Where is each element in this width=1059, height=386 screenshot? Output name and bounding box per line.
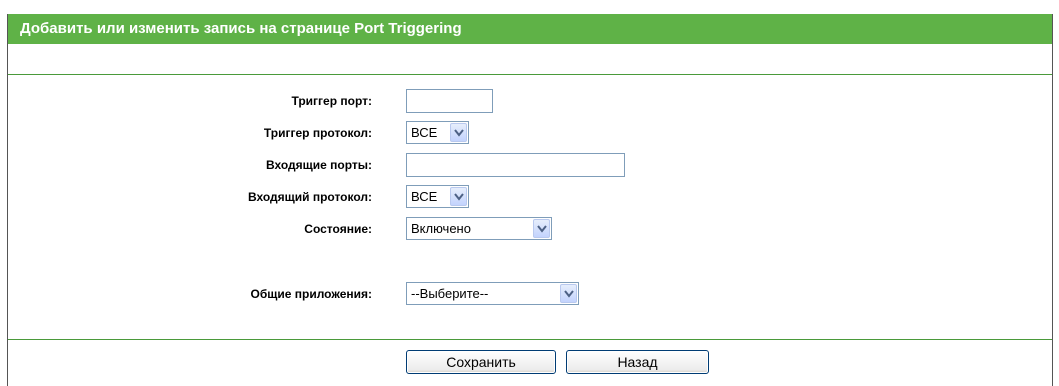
trigger-port-label: Триггер порт: [291,94,372,108]
common-apps-row: Общие приложения: --Выберите-- [8,282,1052,306]
chevron-down-icon[interactable] [533,219,550,238]
trigger-port-input[interactable] [406,89,493,113]
common-apps-select[interactable]: --Выберите-- [406,282,579,305]
common-apps-label: Общие приложения: [250,287,373,301]
status-select[interactable]: Включено [406,217,552,240]
trigger-protocol-label: Триггер протокол: [263,126,372,140]
trigger-protocol-row: Триггер протокол: ВСЕ [8,121,1052,145]
incoming-ports-row: Входящие порты: [8,153,1052,177]
port-triggering-panel: Добавить или изменить запись на странице… [7,14,1053,386]
common-apps-value: --Выберите-- [411,286,489,301]
button-row: Сохранить Назад [8,350,1052,374]
chevron-down-icon[interactable] [450,123,467,142]
incoming-ports-label: Входящие порты: [265,158,372,172]
chevron-down-icon[interactable] [450,187,467,206]
status-row: Состояние: Включено [8,217,1052,241]
bottom-divider [8,339,1052,340]
trigger-port-row: Триггер порт: [8,89,1052,113]
incoming-protocol-row: Входящий протокол: ВСЕ [8,185,1052,209]
chevron-down-icon[interactable] [560,284,577,303]
trigger-protocol-value: ВСЕ [411,125,438,140]
incoming-protocol-value: ВСЕ [411,189,438,204]
incoming-protocol-label: Входящий протокол: [247,190,372,204]
save-button[interactable]: Сохранить [406,350,556,374]
status-label: Состояние: [304,222,372,236]
incoming-ports-input[interactable] [406,153,625,177]
status-value: Включено [411,221,471,236]
page-title: Добавить или изменить запись на странице… [8,14,1052,44]
top-divider [8,74,1052,75]
incoming-protocol-select[interactable]: ВСЕ [406,185,469,208]
trigger-protocol-select[interactable]: ВСЕ [406,121,469,144]
back-button[interactable]: Назад [566,350,709,374]
